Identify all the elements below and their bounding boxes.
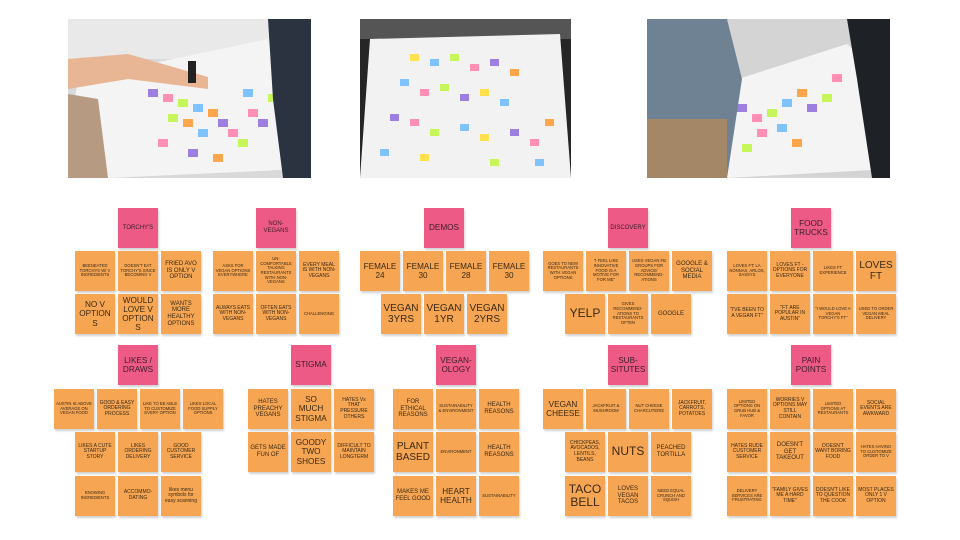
sticky-note: "I FEEL LIKE INNOVATIVE FOOD IS A MOTIVE…	[586, 251, 626, 291]
sticky-note: FEMALE 30	[403, 251, 443, 291]
sticky-note: KNOWING INGREDIENTS	[75, 476, 115, 516]
sticky-note: DOESN'T WANT BORING FOOD	[813, 432, 853, 472]
sticky-note: WANTS MORE HEALTHY OPTIONS	[161, 294, 201, 334]
sticky-note: FEMALE 30	[489, 251, 529, 291]
cluster-header: NON-VEGANS	[256, 208, 296, 248]
sticky-note: NUT CHEESE CHARCUTERIE	[629, 389, 669, 429]
cluster-header: DEMOS	[424, 208, 464, 248]
sticky-note: NEED EQUAL CRUNCH AND SQUISH	[651, 476, 691, 516]
sticky-note: UN-COMFORTABLE TALKING RESTAURANTS WITH …	[256, 251, 296, 291]
sticky-note: GOOGLE	[651, 294, 691, 334]
sticky-note: LOVES FT: LA NONNAS, ARLOS, SASSYS	[727, 251, 767, 291]
cluster-header: SUB-SITUTES	[608, 345, 648, 385]
sticky-note: USED TO ORDER VEGAN MEAL DELIVERY	[856, 294, 896, 334]
sticky-note: GOOD CUSTOMER SERVICE	[161, 432, 201, 472]
sticky-note: LOVES VEGAN TACOS	[608, 476, 648, 516]
sticky-note: "I WOULD LOVE A VEGAN TORCHY'S FT"	[813, 294, 853, 334]
sticky-note: JACKFRUIT & MUSHROOM	[586, 389, 626, 429]
cluster-header: PAIN POINTS	[791, 345, 831, 385]
sticky-note-photo-icon	[68, 19, 311, 178]
sticky-note-photo-icon	[360, 19, 571, 178]
sticky-note-photo-icon	[647, 19, 890, 178]
sticky-note: FEMALE 28	[446, 251, 486, 291]
sticky-note: ALWAYS EATS WITH NON-VEGANS	[213, 294, 253, 334]
sticky-note: TACO BELL	[565, 476, 605, 516]
sticky-note: HEALTH REASONS	[479, 389, 519, 429]
cluster-header: DISCOVERY	[608, 208, 648, 248]
cluster-header: FOOD TRUCKS	[791, 208, 831, 248]
sticky-note: VEGAN 1YR	[424, 294, 464, 334]
sticky-note: BEENEATED TORCHYS W/ V INGREDIENTS	[75, 251, 115, 291]
sticky-note: YELP	[565, 294, 605, 334]
sticky-note: LIKE TO BE ABLE TO CUSTOMIZE EVERY OPTIO…	[140, 389, 180, 429]
cluster-header: STIGMA	[291, 345, 331, 385]
sticky-note: NUTS	[608, 432, 648, 472]
sticky-note: VEGAN 3YRS	[381, 294, 421, 334]
sticky-note: HEART HEALTH	[436, 476, 476, 516]
workshop-photo-left	[68, 19, 311, 178]
sticky-note: LIKES LOCAL FOOD SUPPLY OPTIONS	[183, 389, 223, 429]
sticky-note: LIMITED OPTIONS ON GRUB HUB & FAVOR	[727, 389, 767, 429]
sticky-note: HATES HAVING TO CUSTOMIZE ORDER TO V	[856, 432, 896, 472]
sticky-note: FEMALE 24	[360, 251, 400, 291]
sticky-note: MOST PLACES ONLY 1 V OPTION	[856, 476, 896, 516]
sticky-note: FOR ETHICAL REASONS	[393, 389, 433, 429]
sticky-note: SUSTAINABILITY	[479, 476, 519, 516]
sticky-note: LOVES FT - OPTIONS FOR EVERYONE	[770, 251, 810, 291]
sticky-note: LIMITED OPTIONS AT RESTAURANTS	[813, 389, 853, 429]
sticky-note: DOESN'T GET TAKEOUT	[770, 432, 810, 472]
sticky-note: LIKES FT EXPERIENCE	[813, 251, 853, 291]
sticky-note: VEGAN 2YRS	[467, 294, 507, 334]
sticky-note: "FT ARE POPULAR IN AUSTIN"	[770, 294, 810, 334]
sticky-note: DELIVERY SERVICES ARE FRUSTRATING	[727, 476, 767, 516]
sticky-note: MAKES ME FEEL GOOD	[393, 476, 433, 516]
sticky-note: ACCOMMO-DATING	[118, 476, 158, 516]
cluster-header: TORCHY'S	[118, 208, 158, 248]
sticky-note: CHALLENGING	[299, 294, 339, 334]
sticky-note: PEACHED TORTILLA	[651, 432, 691, 472]
sticky-note: DOESN'T LIKE TO QUESTION THE COOK	[813, 476, 853, 516]
sticky-note: PLANT BASED	[393, 432, 433, 472]
sticky-note: NO V OPTIONS	[75, 294, 115, 334]
sticky-note: "FAMILY GIVES ME A HARD TIME"	[770, 476, 810, 516]
sticky-note: LOVES FT	[856, 251, 896, 291]
sticky-note: DIFFICULT TO MAINTAIN LONGTERM	[334, 432, 374, 472]
sticky-note: LIKES A CUTE STARTUP STORY	[75, 432, 115, 472]
sticky-note: SO MUCH STIGMA	[291, 389, 331, 429]
cluster-header: VEGAN-OLOGY	[436, 345, 476, 385]
sticky-note: HATES PREACHY VEGANS	[248, 389, 288, 429]
sticky-note: DOESN'T EAT TORCHY'S SINCE BECOMING V	[118, 251, 158, 291]
sticky-note: WOULD LOVE V OPTIONS	[118, 294, 158, 334]
sticky-note: HATES RUDE CUSTOMER SERVICE	[727, 432, 767, 472]
sticky-note: likes menu symbols for easy scanning	[161, 476, 201, 516]
sticky-note: GOODY TWO SHOES	[291, 432, 331, 472]
cluster-header: LIKES / DRAWS	[118, 345, 158, 385]
sticky-note: ENVIRONMENT	[436, 432, 476, 472]
sticky-note: ASKS FOR VEGAN OPTIONS EVERYWHERE	[213, 251, 253, 291]
sticky-note: USES VEGAN FB GROUPS FOR ADVICE/ RECOMME…	[629, 251, 669, 291]
sticky-note: "I'VE BEEN TO A VEGAN FT"	[727, 294, 767, 334]
sticky-note: SOCIAL EVENTS ARE AWKWARD	[856, 389, 896, 429]
workshop-photo-right	[647, 19, 890, 178]
sticky-note: GOOD & EASY ORDERING PROCESS	[97, 389, 137, 429]
sticky-note: HEALTH REASONS	[479, 432, 519, 472]
sticky-note: GIVES RECOMMEND-ATIONS TO RESTAURANTS OF…	[608, 294, 648, 334]
workshop-photo-center	[360, 19, 571, 178]
sticky-note: AUSTIN IS ABOVE AVERAGE ON VEGAN FOOD	[54, 389, 94, 429]
sticky-note: GETS MADE FUN OF	[248, 432, 288, 472]
sticky-note: JACKFRUIT, CARROTS, POTATOES	[672, 389, 712, 429]
sticky-note: FRIED AVO IS ONLY V OPTION	[161, 251, 201, 291]
sticky-note: HATES Vs THAT PRESSURE OTHERS	[334, 389, 374, 429]
sticky-note: CHICKPEAS, AVOCADOS, LENTILS, BEANS	[565, 432, 605, 472]
sticky-note: GOOGLE & SOCIAL MEDIA	[672, 251, 712, 291]
sticky-note: SUSTAINABILITY & ENVIRONMENT	[436, 389, 476, 429]
sticky-note: VEGAN CHEESE	[543, 389, 583, 429]
sticky-note: EVERY MEAL IS WITH NON-VEGANS	[299, 251, 339, 291]
sticky-note: LIKES ORDERING DELIVERY	[118, 432, 158, 472]
sticky-note: GOES TO NEW RESTAURANTS WITH VEGAN OPTIO…	[543, 251, 583, 291]
sticky-note: OFTEN EATS WITH NON-VEGANS	[256, 294, 296, 334]
sticky-note: WORRIES V OPTIONS MAY STILL CONTAIN	[770, 389, 810, 429]
